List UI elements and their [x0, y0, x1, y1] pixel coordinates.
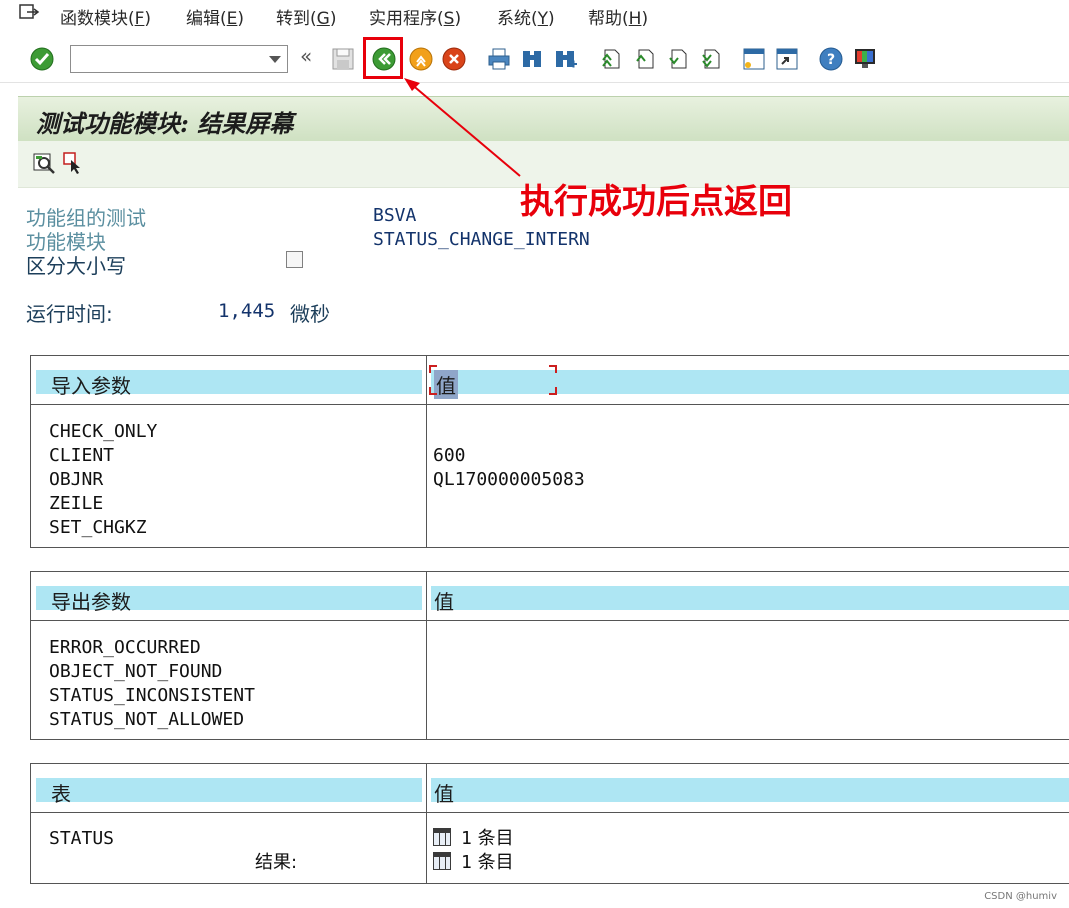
menu-goto[interactable]: 转到(G) — [276, 4, 336, 29]
header-band — [431, 778, 1069, 802]
case-sensitive-checkbox[interactable] — [286, 251, 303, 268]
enter-check-icon[interactable] — [29, 46, 55, 72]
list-item: ZEILE — [49, 493, 104, 514]
column-divider — [426, 572, 427, 739]
list-item: STATUS_INCONSISTENT — [49, 685, 255, 706]
selection-corner-markers — [429, 365, 557, 395]
help-icon[interactable]: ? — [818, 46, 844, 72]
entry-unit: 条目 — [477, 852, 514, 873]
list-item: CLIENT — [49, 445, 115, 466]
back-button-highlight — [363, 37, 403, 79]
param-value[interactable]: QL170000005083 — [433, 468, 585, 492]
find-icon[interactable] — [519, 46, 545, 72]
tables-parameters-table: 表 值 STATUS 结果: 1 条目 1 条目 — [30, 763, 1069, 884]
menu-bar: 函数模块(F) 编辑(E) 转到(G) 实用程序(S) 系统(Y) 帮助(H) — [0, 0, 1069, 32]
annotation-label: 执行成功后点返回 — [520, 182, 792, 222]
list-item: ERROR_OCCURRED — [49, 637, 201, 658]
debugging-icon[interactable] — [32, 151, 56, 175]
command-field[interactable] — [70, 45, 288, 73]
result-label: 结果: — [255, 852, 298, 873]
entry-unit: 条目 — [477, 828, 514, 849]
case-sensitive-label: 区分大小写 — [26, 254, 126, 278]
next-page-icon[interactable] — [664, 46, 690, 72]
menu-edit[interactable]: 编辑(E) — [186, 4, 244, 29]
menu-utilities[interactable]: 实用程序(S) — [369, 4, 461, 29]
find-next-icon[interactable] — [552, 46, 578, 72]
table-entries-input[interactable]: 1 条目 — [433, 827, 514, 851]
select-pointer-icon[interactable] — [62, 151, 86, 175]
save-icon[interactable] — [330, 46, 356, 72]
column-divider — [426, 764, 427, 883]
header-band — [36, 778, 422, 802]
cancel-icon[interactable] — [441, 46, 467, 72]
watermark: CSDN @humiv — [984, 891, 1057, 902]
entry-count: 1 — [461, 828, 472, 849]
list-item: OBJECT_NOT_FOUND — [49, 661, 223, 682]
column-divider — [426, 356, 427, 547]
shortcut-icon[interactable] — [774, 46, 800, 72]
menu-document-icon[interactable] — [18, 3, 40, 21]
previous-page-icon[interactable] — [631, 46, 657, 72]
table-param-name: STATUS — [49, 828, 115, 849]
import-header-label: 导入参数 — [51, 374, 131, 398]
export-header-label: 导出参数 — [51, 590, 131, 614]
table-grid-icon[interactable] — [433, 828, 451, 846]
list-item: STATUS_NOT_ALLOWED — [49, 709, 245, 730]
new-session-icon[interactable] — [741, 46, 767, 72]
table-entries-result[interactable]: 1 条目 — [433, 851, 514, 875]
menu-system[interactable]: 系统(Y) — [497, 4, 555, 29]
entry-count: 1 — [461, 852, 472, 873]
value-header-label: 值 — [434, 590, 454, 614]
layout-settings-icon[interactable] — [852, 46, 878, 72]
list-item: SET_CHGKZ — [49, 517, 147, 538]
command-input[interactable] — [75, 46, 265, 72]
menu-function-module[interactable]: 函数模块(F) — [60, 4, 151, 29]
table-header: 导出参数 值 — [31, 572, 1069, 621]
last-page-icon[interactable] — [697, 46, 723, 72]
function-module-value: STATUS_CHANGE_INTERN — [373, 229, 590, 250]
export-parameters-table: 导出参数 值 ERROR_OCCURRED OBJECT_NOT_FOUND S… — [30, 571, 1069, 740]
table-header: 导入参数 值 — [31, 356, 1069, 405]
list-item: CHECK_ONLY — [49, 421, 158, 442]
function-group-value: BSVA — [373, 205, 417, 226]
screen-title-bar: 测试功能模块: 结果屏幕 — [18, 96, 1069, 142]
runtime-unit: 微秒 — [290, 302, 330, 326]
menu-help[interactable]: 帮助(H) — [588, 4, 648, 29]
list-item: OBJNR — [49, 469, 104, 490]
print-icon[interactable] — [486, 46, 512, 72]
collapse-chevrons-icon[interactable]: « — [300, 44, 312, 68]
page-title: 测试功能模块: 结果屏幕 — [36, 109, 294, 138]
value-header-label: 值 — [434, 782, 454, 806]
table-header: 表 值 — [31, 764, 1069, 813]
svg-text:?: ? — [827, 52, 835, 68]
header-band — [431, 586, 1069, 610]
tables-header-label: 表 — [51, 782, 71, 806]
chevron-down-icon[interactable] — [269, 56, 281, 63]
param-value[interactable]: 600 — [433, 444, 466, 468]
import-parameters-table: 导入参数 值 CHECK_ONLY CLIENT OBJNR ZEILE SET… — [30, 355, 1069, 548]
exit-icon[interactable] — [408, 46, 434, 72]
first-page-icon[interactable] — [597, 46, 623, 72]
runtime-value: 1,445 — [218, 300, 276, 322]
runtime-label: 运行时间: — [26, 302, 113, 326]
table-grid-icon[interactable] — [433, 852, 451, 870]
